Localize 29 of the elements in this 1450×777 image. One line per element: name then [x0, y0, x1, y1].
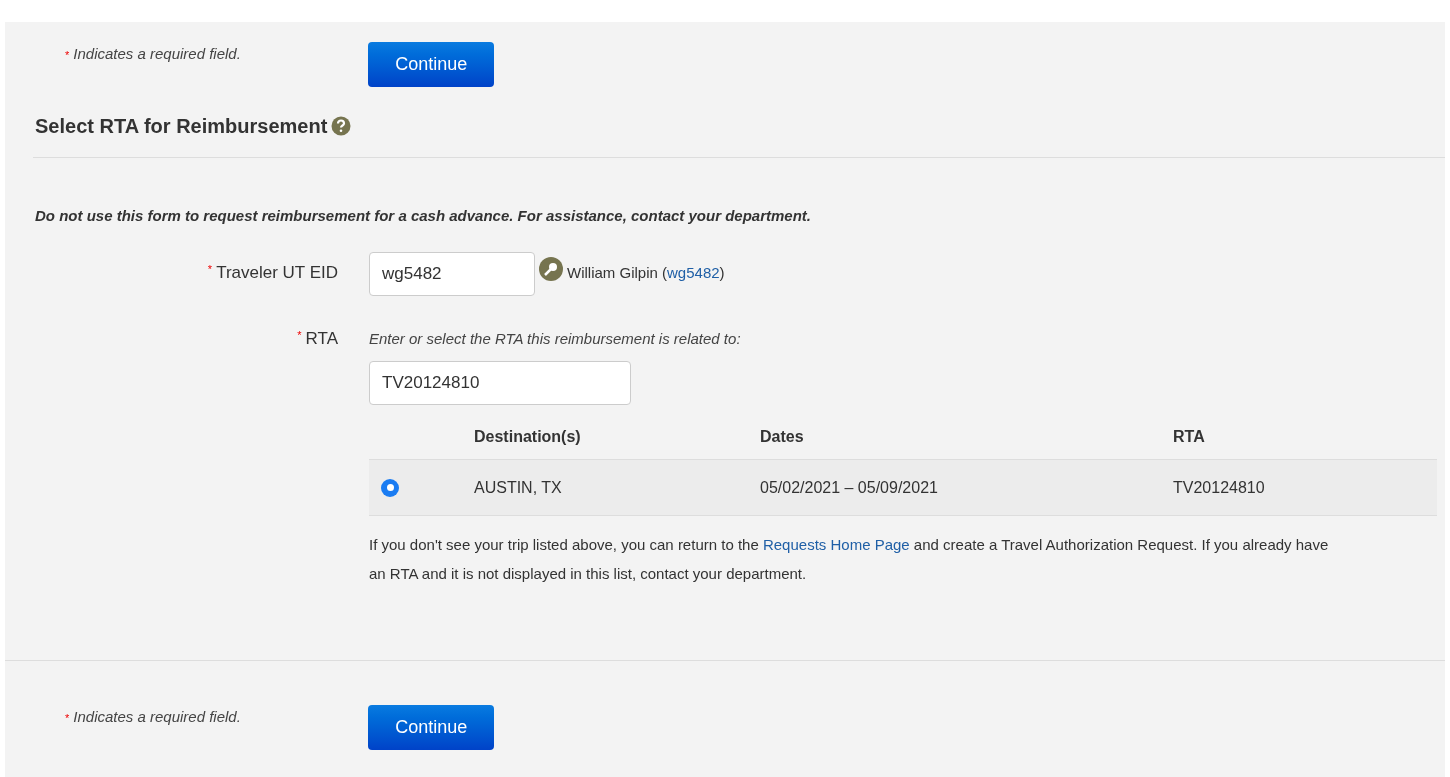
required-note: Indicates a required field. — [73, 44, 242, 64]
radio-button[interactable] — [381, 478, 399, 497]
required-mark: * — [297, 327, 302, 343]
required-mark: * — [65, 48, 70, 63]
table-cell: AUSTIN, TX — [474, 478, 562, 496]
column-header: RTA — [1173, 428, 1205, 445]
continue-button[interactable]: Continue — [368, 704, 495, 750]
required-note: Indicates a required field. — [73, 707, 242, 727]
rta-hint: Enter or select the RTA this reimbursement is related to: — [369, 328, 742, 349]
help-icon[interactable] — [331, 116, 352, 136]
column-header: Dates — [760, 428, 804, 445]
field-label: Traveler UT EID — [216, 261, 338, 284]
requests-home-link[interactable]: Requests Home Page — [762, 536, 910, 553]
traveler-name: William Gilpin (wg5482) — [567, 263, 725, 284]
column-header: Destination(s) — [474, 428, 581, 445]
table-row[interactable]: AUSTIN, TX 05/02/2021 – 05/09/2021 TV20124810 — [369, 460, 1437, 516]
table-cell: 05/02/2021 – 05/09/2021 — [760, 478, 938, 496]
eid-link[interactable]: wg5482 — [667, 264, 720, 282]
rta-field[interactable]: TV20124810 — [369, 361, 631, 405]
notice-text: Do not use this form to request reimbursement for a cash advance. For assistance, contact your department. — [35, 206, 813, 226]
required-mark: * — [65, 711, 70, 726]
required-mark: * — [207, 261, 213, 277]
help-text: If you don't see your trip listed above, you can return to the Requests Home Page and create a Travel Authorization Request. If you already have an RTA and it is not displayed in this list, contact your department. — [369, 535, 1330, 584]
continue-button[interactable]: Continue — [368, 41, 495, 87]
table-cell: TV20124810 — [1173, 478, 1265, 496]
field-label: RTA — [305, 327, 338, 350]
key-icon[interactable] — [539, 256, 563, 281]
eid-field[interactable]: wg5482 — [369, 251, 535, 296]
section-heading: Select RTA for Reimbursement — [35, 114, 328, 139]
